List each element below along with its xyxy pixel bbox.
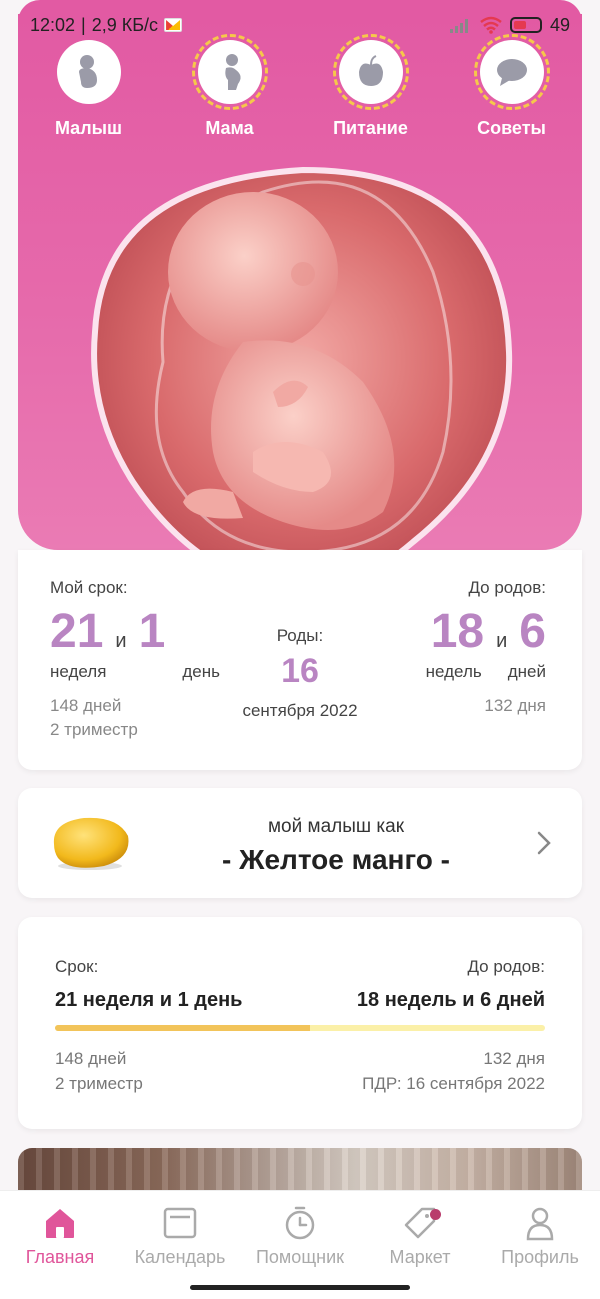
hero-nav-mother[interactable]: Мама bbox=[165, 34, 295, 150]
nav-label: Помощник bbox=[255, 1247, 344, 1267]
status-separator: | bbox=[81, 14, 86, 35]
status-bar: 12:02 | 2,9 КБ/с 49 bbox=[0, 0, 600, 50]
battery-percent: 49 bbox=[549, 14, 570, 35]
home-icon bbox=[46, 1209, 74, 1238]
signal-icon bbox=[449, 17, 472, 33]
due-date: ПДР: 16 сентября 2022 bbox=[362, 1073, 545, 1093]
timer-icon bbox=[285, 1206, 315, 1240]
until-label: До родов: bbox=[467, 957, 545, 976]
nav-label: Календарь bbox=[134, 1247, 226, 1267]
until-details: 132 дня ПДР: 16 сентября 2022 bbox=[362, 1047, 545, 1096]
and-word: и bbox=[115, 630, 127, 652]
hero-nav-label: Питание bbox=[333, 118, 408, 138]
gmail-notification-icon bbox=[164, 18, 183, 32]
nav-label: Профиль bbox=[501, 1247, 579, 1267]
trimester: 2 триместр bbox=[50, 719, 138, 739]
person-icon bbox=[526, 1207, 554, 1241]
weeks-unit: неделя bbox=[50, 662, 107, 681]
trimester: 2 триместр bbox=[55, 1073, 143, 1093]
term-details: 148 дней 2 триместр bbox=[55, 1047, 143, 1096]
until-total-days: 132 дня bbox=[484, 696, 546, 715]
mango-image bbox=[53, 817, 129, 870]
nav-profile[interactable]: Профиль bbox=[480, 1205, 600, 1299]
my-term-values: 21 и 1 bbox=[50, 608, 220, 656]
and-word: и bbox=[496, 630, 508, 652]
days-count: 148 дней bbox=[55, 1049, 127, 1068]
nav-label: Главная bbox=[25, 1247, 95, 1267]
notification-badge bbox=[430, 1209, 441, 1220]
fetus-illustration bbox=[91, 166, 513, 595]
fruit-name: - Желтое манго - bbox=[222, 844, 450, 875]
calendar-icon bbox=[163, 1207, 197, 1239]
until-units: недель дней bbox=[346, 662, 546, 682]
hero-nav: Малыш Мама Питание Советы bbox=[18, 34, 582, 150]
hero-nav-label: Советы bbox=[477, 118, 546, 138]
until-weeks-unit: недель bbox=[425, 662, 482, 681]
chevron-right-icon bbox=[537, 831, 551, 855]
term-label: Срок: bbox=[55, 957, 99, 976]
my-term-details: 148 дней 2 триместр bbox=[50, 694, 220, 742]
clock: 12:02 bbox=[30, 14, 76, 35]
hero-nav-tips[interactable]: Советы bbox=[447, 34, 577, 150]
nav-label: Маркет bbox=[389, 1247, 451, 1267]
battery-icon bbox=[509, 17, 542, 33]
until-days-number: 6 bbox=[519, 605, 546, 658]
progress-fill bbox=[55, 1025, 310, 1031]
remaining-days: 132 дня bbox=[483, 1049, 545, 1068]
fruit-caption: мой малыш как bbox=[267, 816, 405, 837]
nav-home[interactable]: Главная bbox=[0, 1205, 120, 1299]
progress-card: Срок: До родов: 21 неделя и 1 день 18 не… bbox=[18, 917, 582, 1129]
pregnancy-progress-bar bbox=[55, 1025, 545, 1031]
hero-nav-nutrition[interactable]: Питание bbox=[306, 34, 436, 150]
hero-nav-baby[interactable]: Малыш bbox=[24, 40, 154, 150]
pregnancy-info-card: Мой срок: 21 и 1 неделя день 148 дней 2 … bbox=[18, 550, 582, 770]
term-value: 21 неделя и 1 день bbox=[55, 989, 243, 1011]
until-weeks-number: 18 bbox=[430, 605, 485, 658]
status-right: 49 bbox=[449, 14, 570, 36]
until-days-unit: дней bbox=[507, 662, 546, 681]
status-left: 12:02 | 2,9 КБ/с bbox=[30, 14, 183, 36]
until-value: 18 недель и 6 дней bbox=[356, 989, 545, 1011]
baby-size-card[interactable]: мой малыш как - Желтое манго - bbox=[18, 788, 582, 898]
total-days: 148 дней bbox=[50, 696, 122, 715]
hero-nav-label: Малыш bbox=[54, 118, 123, 138]
days-number: 1 bbox=[138, 605, 166, 658]
hero-nav-label: Мама bbox=[205, 118, 254, 138]
my-term-units: неделя день bbox=[50, 662, 220, 682]
until-values: 18 и 6 bbox=[346, 608, 546, 656]
wifi-icon bbox=[480, 16, 502, 34]
my-term-label: Мой срок: bbox=[50, 578, 128, 597]
weeks-number: 21 bbox=[50, 605, 104, 658]
bottom-nav: Главная Календарь Помощник Маркет Профил… bbox=[0, 1190, 600, 1299]
my-term-block: Мой срок: 21 и 1 неделя день 148 дней 2 … bbox=[50, 578, 220, 742]
until-birth-block: До родов: 18 и 6 недель дней 132 дня bbox=[346, 578, 546, 718]
until-label: До родов: bbox=[468, 578, 546, 597]
home-indicator bbox=[190, 1285, 410, 1290]
network-speed: 2,9 КБ/с bbox=[91, 14, 159, 35]
